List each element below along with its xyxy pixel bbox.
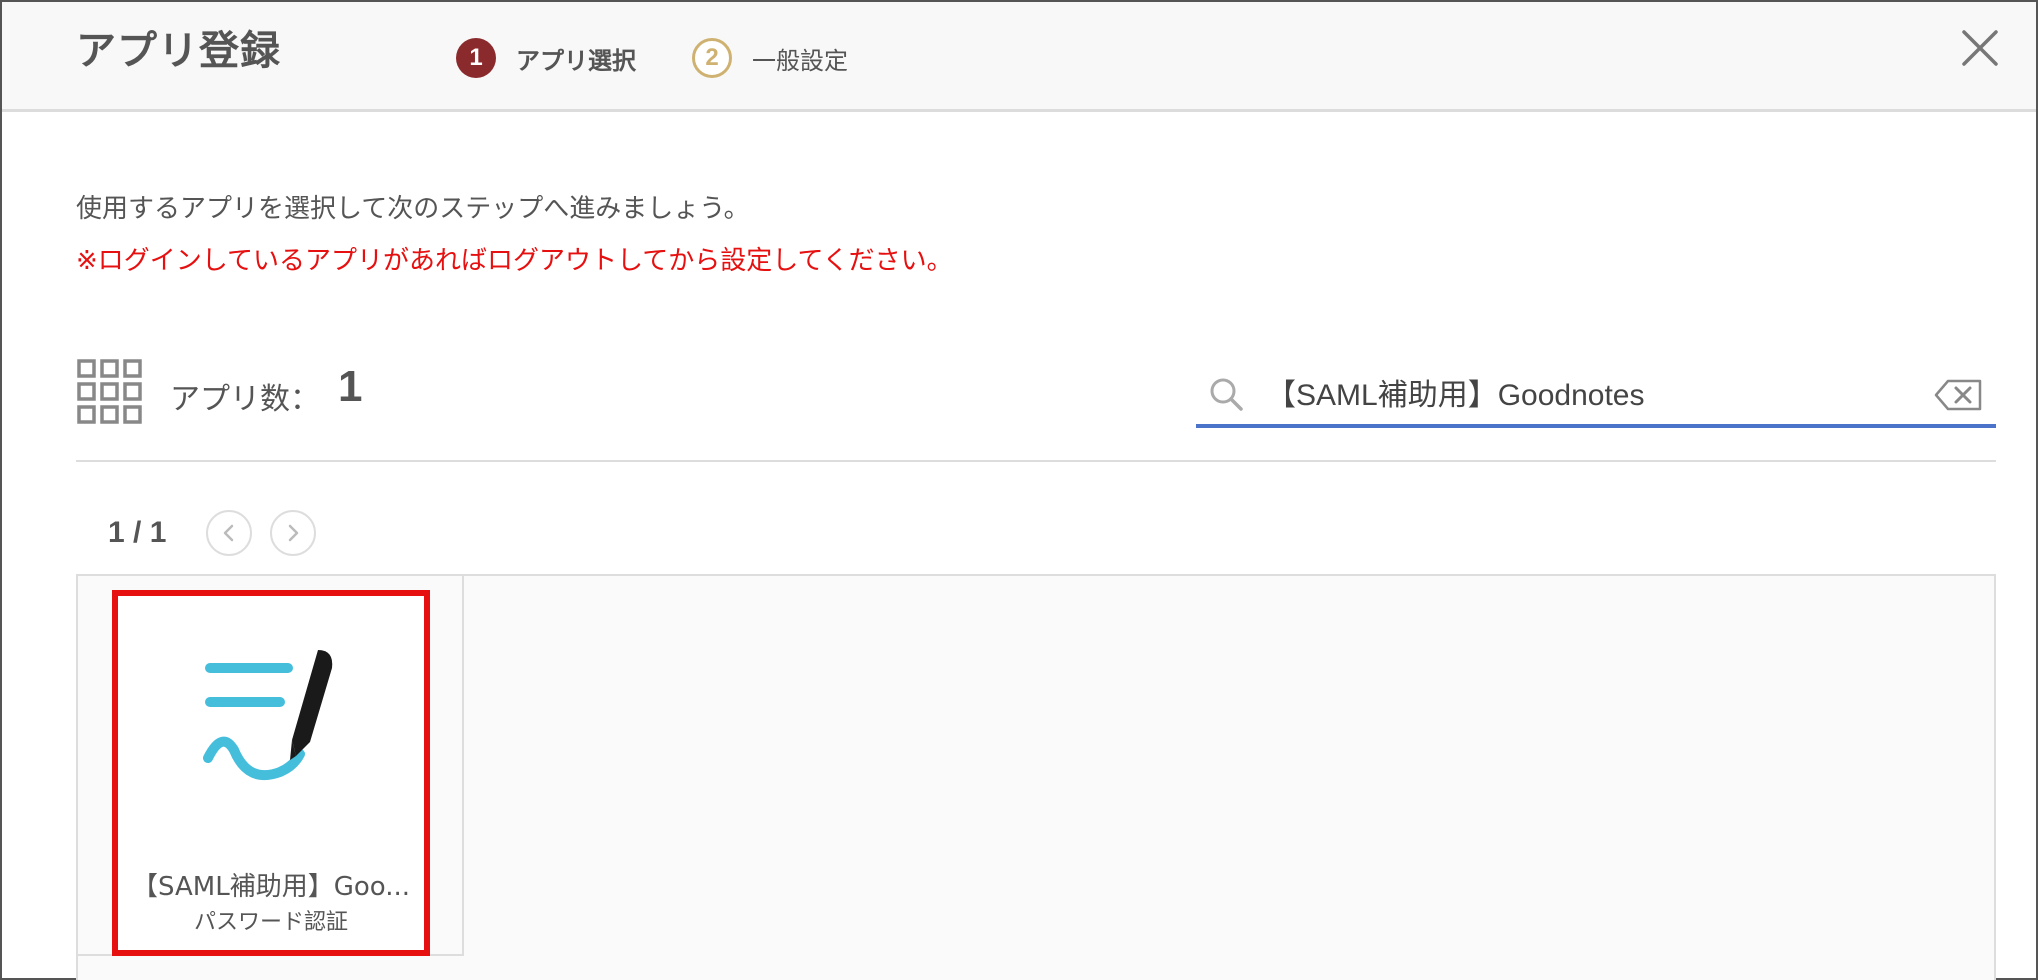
close-icon [1962,30,1998,66]
app-name: 【SAML補助用】Goo... [132,872,410,902]
next-page-button[interactable] [270,510,316,556]
app-list: 【SAML補助用】Goo... パスワード認証 [76,574,1996,980]
step-app-select: 1 アプリ選択 [456,36,636,80]
step-general-settings: 2 一般設定 [692,36,848,80]
search-box [1196,362,1996,428]
toolbar-divider [76,460,1996,462]
instruction-text: 使用するアプリを選択して次のステップへ進みましょう。 [76,194,750,224]
search-clear-button[interactable] [1934,378,1984,412]
prev-page-button[interactable] [206,510,252,556]
app-registration-dialog: アプリ登録 1 アプリ選択 2 一般設定 使用するアプリを選択して次のステップへ… [0,0,2038,980]
step-number-1: 1 [456,38,496,78]
step-number-2: 2 [692,38,732,78]
chevron-left-icon [223,524,234,542]
app-auth-type: パスワード認証 [193,910,348,935]
search-input[interactable] [1266,368,1906,416]
app-list-item: 【SAML補助用】Goo... パスワード認証 [78,576,464,956]
grid-icon [77,359,142,424]
pagination-indicator: 1 / 1 [108,516,167,549]
search-icon [1210,378,1243,411]
dialog-title: アプリ登録 [76,28,281,74]
app-card-goodnotes[interactable]: 【SAML補助用】Goo... パスワード認証 [112,590,430,956]
dialog-header: アプリ登録 1 アプリ選択 2 一般設定 [2,2,2036,112]
goodnotes-logo [203,650,333,781]
backspace-clear-icon [1934,379,1982,411]
step-label-general-settings: 一般設定 [752,46,848,75]
logout-warning-text: ※ログインしているアプリがあればログアウトしてから設定してください。 [76,246,953,276]
app-count-value: 1 [338,362,363,411]
chevron-right-icon [288,524,299,542]
step-label-app-select: アプリ選択 [516,46,636,75]
close-button[interactable] [1958,26,2002,70]
app-count-label: アプリ数： [170,382,320,417]
